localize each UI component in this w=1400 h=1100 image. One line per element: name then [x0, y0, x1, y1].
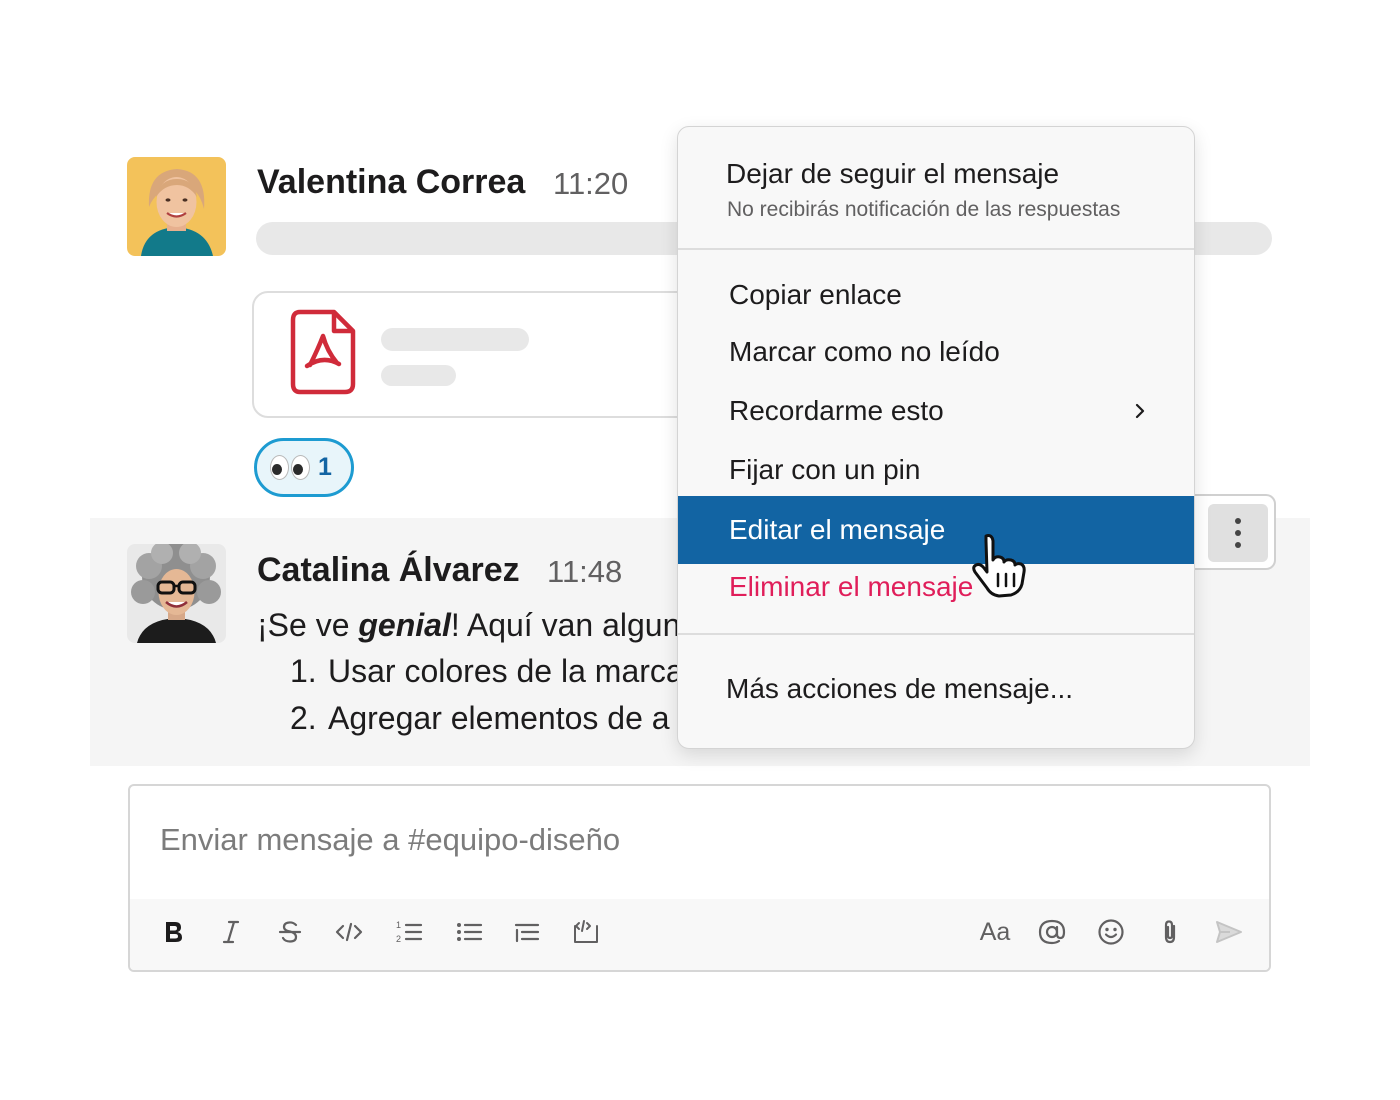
- delete-message-menu-item[interactable]: Eliminar el mensaje: [678, 559, 1194, 615]
- more-actions-button[interactable]: [1208, 504, 1268, 562]
- reaction-eyes[interactable]: 1: [254, 438, 354, 497]
- avatar-valentina-correa[interactable]: [127, 157, 226, 256]
- more-message-actions-menu-item[interactable]: Más acciones de mensaje...: [678, 661, 1194, 717]
- file-name-placeholder: [381, 328, 529, 351]
- author-name[interactable]: Valentina Correa: [257, 163, 525, 202]
- hand-pointer-cursor-icon: [972, 534, 1026, 598]
- bold-icon[interactable]: [156, 915, 190, 949]
- message-text: ¡Se ve genial! Aquí van algunas: [257, 607, 715, 643]
- remind-me-menu-item[interactable]: Recordarme esto: [678, 383, 1194, 439]
- copy-link-menu-item[interactable]: Copiar enlace: [678, 267, 1194, 323]
- mark-unread-menu-item[interactable]: Marcar como no leído: [678, 324, 1194, 380]
- menu-divider: [678, 248, 1194, 250]
- list-item: 1. Usar colores de la marca: [290, 653, 684, 689]
- attachment-icon[interactable]: [1153, 915, 1187, 949]
- message-input[interactable]: Enviar mensaje a #equipo-diseño: [160, 822, 620, 858]
- pdf-icon: [290, 309, 356, 395]
- reaction-count: 1: [318, 453, 332, 481]
- mention-icon[interactable]: [1035, 915, 1069, 949]
- list-item: 2. Agregar elementos de a: [290, 700, 670, 736]
- message-timestamp[interactable]: 11:48: [547, 554, 622, 590]
- send-icon[interactable]: [1212, 915, 1246, 949]
- author-name[interactable]: Catalina Álvarez: [257, 551, 520, 590]
- dot: [1235, 530, 1241, 536]
- unfollow-label: Dejar de seguir el mensaje: [726, 158, 1060, 189]
- code-icon[interactable]: [332, 915, 366, 949]
- unfollow-menu-item[interactable]: Dejar de seguir el mensaje No recibirás …: [678, 127, 1194, 248]
- code-block-icon[interactable]: [569, 915, 603, 949]
- formatting-toolbar: 12 Aa: [130, 899, 1269, 970]
- emoji-icon[interactable]: [1094, 915, 1128, 949]
- message-composer[interactable]: Enviar mensaje a #equipo-diseño 12 Aa: [128, 784, 1271, 972]
- eyes-emoji-icon: [270, 455, 310, 480]
- svg-text:1: 1: [396, 920, 401, 930]
- emphasis-text: genial: [358, 607, 451, 643]
- ordered-list-icon[interactable]: 12: [392, 915, 426, 949]
- bulleted-list-icon[interactable]: [452, 915, 486, 949]
- italic-icon[interactable]: [214, 915, 248, 949]
- file-meta-placeholder: [381, 365, 456, 386]
- strikethrough-icon[interactable]: [273, 915, 307, 949]
- menu-divider: [678, 633, 1194, 635]
- message-context-menu: Dejar de seguir el mensaje No recibirás …: [677, 126, 1195, 749]
- unfollow-description: No recibirás notificación de las respues…: [727, 198, 1121, 221]
- dot: [1235, 518, 1241, 524]
- pin-menu-item[interactable]: Fijar con un pin: [678, 442, 1194, 498]
- message-timestamp[interactable]: 11:20: [553, 166, 628, 202]
- dot: [1235, 542, 1241, 548]
- chevron-right-icon: [1135, 403, 1145, 419]
- avatar-catalina-alvarez[interactable]: [127, 544, 226, 643]
- text-format-icon[interactable]: Aa: [975, 915, 1015, 949]
- file-attachment[interactable]: [252, 291, 712, 418]
- svg-text:2: 2: [396, 934, 401, 944]
- blockquote-icon[interactable]: [510, 915, 544, 949]
- edit-message-menu-item[interactable]: Editar el mensaje: [678, 496, 1194, 564]
